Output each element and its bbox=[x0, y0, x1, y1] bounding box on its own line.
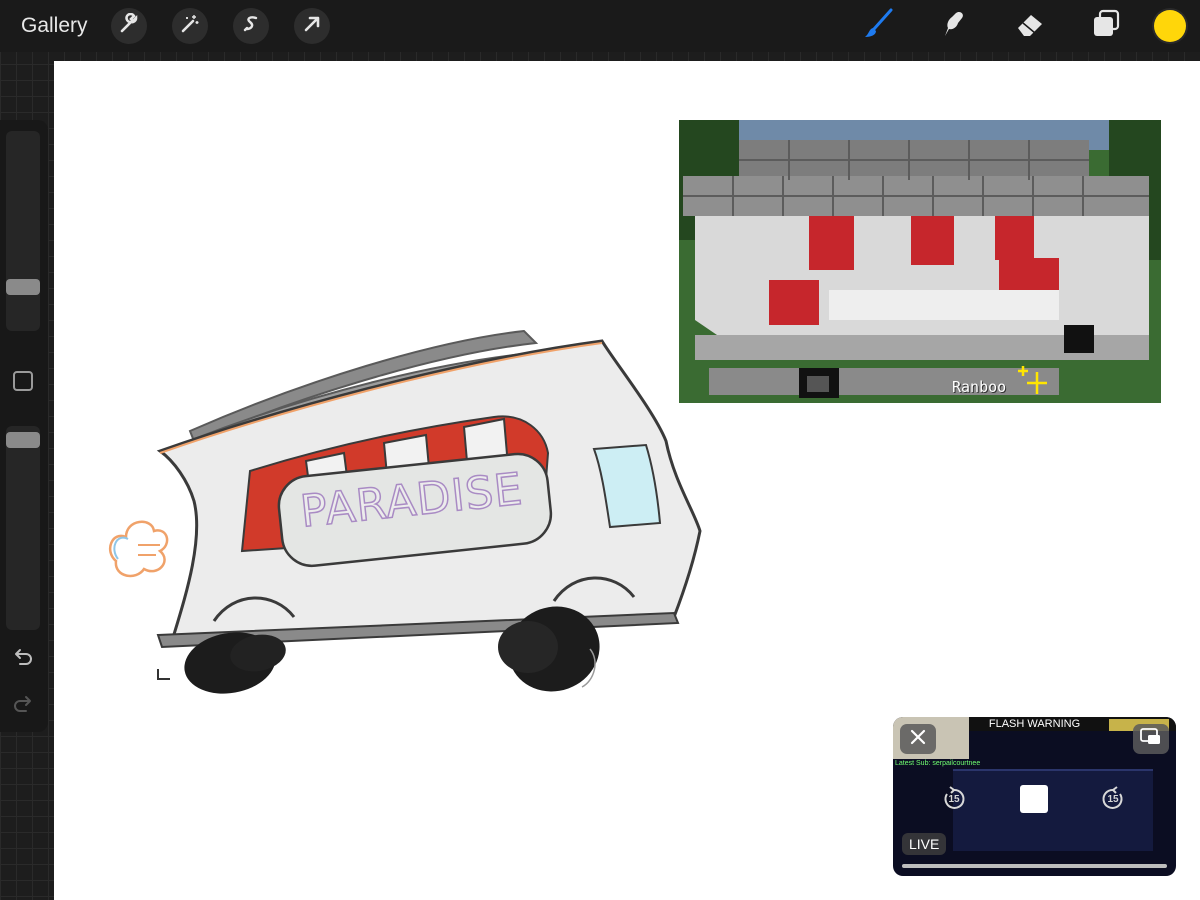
skip-forward-label: 15 bbox=[1107, 793, 1119, 805]
skip-back-button[interactable]: 15 bbox=[941, 786, 967, 812]
brush-size-slider[interactable] bbox=[6, 131, 40, 331]
pip-return-icon bbox=[1140, 727, 1162, 751]
skip-back-label: 15 bbox=[948, 793, 960, 805]
color-picker-button[interactable] bbox=[1154, 10, 1186, 42]
skip-forward-button[interactable]: 15 bbox=[1100, 786, 1126, 812]
wrench-icon bbox=[118, 12, 140, 40]
layers-icon bbox=[1089, 7, 1123, 46]
redo-icon bbox=[11, 692, 35, 721]
reference-photo[interactable]: Ranboo bbox=[679, 120, 1161, 403]
layers-button[interactable] bbox=[1088, 8, 1124, 44]
pip-return-button[interactable] bbox=[1133, 724, 1169, 754]
top-toolbar: Gallery bbox=[0, 0, 1200, 52]
pip-close-button[interactable] bbox=[900, 724, 936, 754]
close-icon bbox=[910, 729, 926, 750]
brush-button[interactable] bbox=[860, 8, 896, 44]
redo-button[interactable] bbox=[10, 693, 36, 719]
right-toolset bbox=[840, 0, 1200, 52]
eraser-button[interactable] bbox=[1012, 8, 1048, 44]
pip-progress-bar[interactable] bbox=[902, 864, 1167, 868]
gallery-button[interactable]: Gallery bbox=[21, 14, 88, 38]
magic-wand-icon bbox=[179, 13, 201, 40]
player-nametag: Ranboo bbox=[952, 378, 1007, 396]
undo-icon bbox=[11, 645, 35, 674]
eraser-icon bbox=[1013, 7, 1047, 46]
adjustments-button[interactable] bbox=[171, 8, 208, 44]
crosshair-icon bbox=[1018, 366, 1047, 394]
pip-video-player[interactable]: FLASH WARNING Latest Sub: serpailcourtne… bbox=[893, 717, 1176, 876]
smudge-icon bbox=[937, 7, 971, 46]
actions-button[interactable] bbox=[110, 8, 147, 44]
smudge-button[interactable] bbox=[936, 8, 972, 44]
undo-button[interactable] bbox=[10, 646, 36, 672]
latest-sub-label: Latest Sub: serpailcourtnee bbox=[895, 760, 981, 767]
transform-button[interactable] bbox=[293, 8, 330, 44]
brush-icon bbox=[861, 7, 895, 46]
opacity-slider[interactable] bbox=[6, 426, 40, 630]
transform-arrow-icon bbox=[301, 13, 323, 40]
selection-icon bbox=[240, 13, 262, 40]
selection-button[interactable] bbox=[232, 8, 269, 44]
opacity-thumb[interactable] bbox=[6, 432, 40, 448]
brush-size-thumb[interactable] bbox=[6, 279, 40, 295]
left-sidebar bbox=[0, 120, 48, 732]
minecraft-van-photo bbox=[679, 120, 1161, 403]
stop-button[interactable] bbox=[1020, 785, 1048, 813]
modify-square-icon[interactable] bbox=[13, 371, 33, 391]
live-badge: LIVE bbox=[902, 833, 947, 855]
